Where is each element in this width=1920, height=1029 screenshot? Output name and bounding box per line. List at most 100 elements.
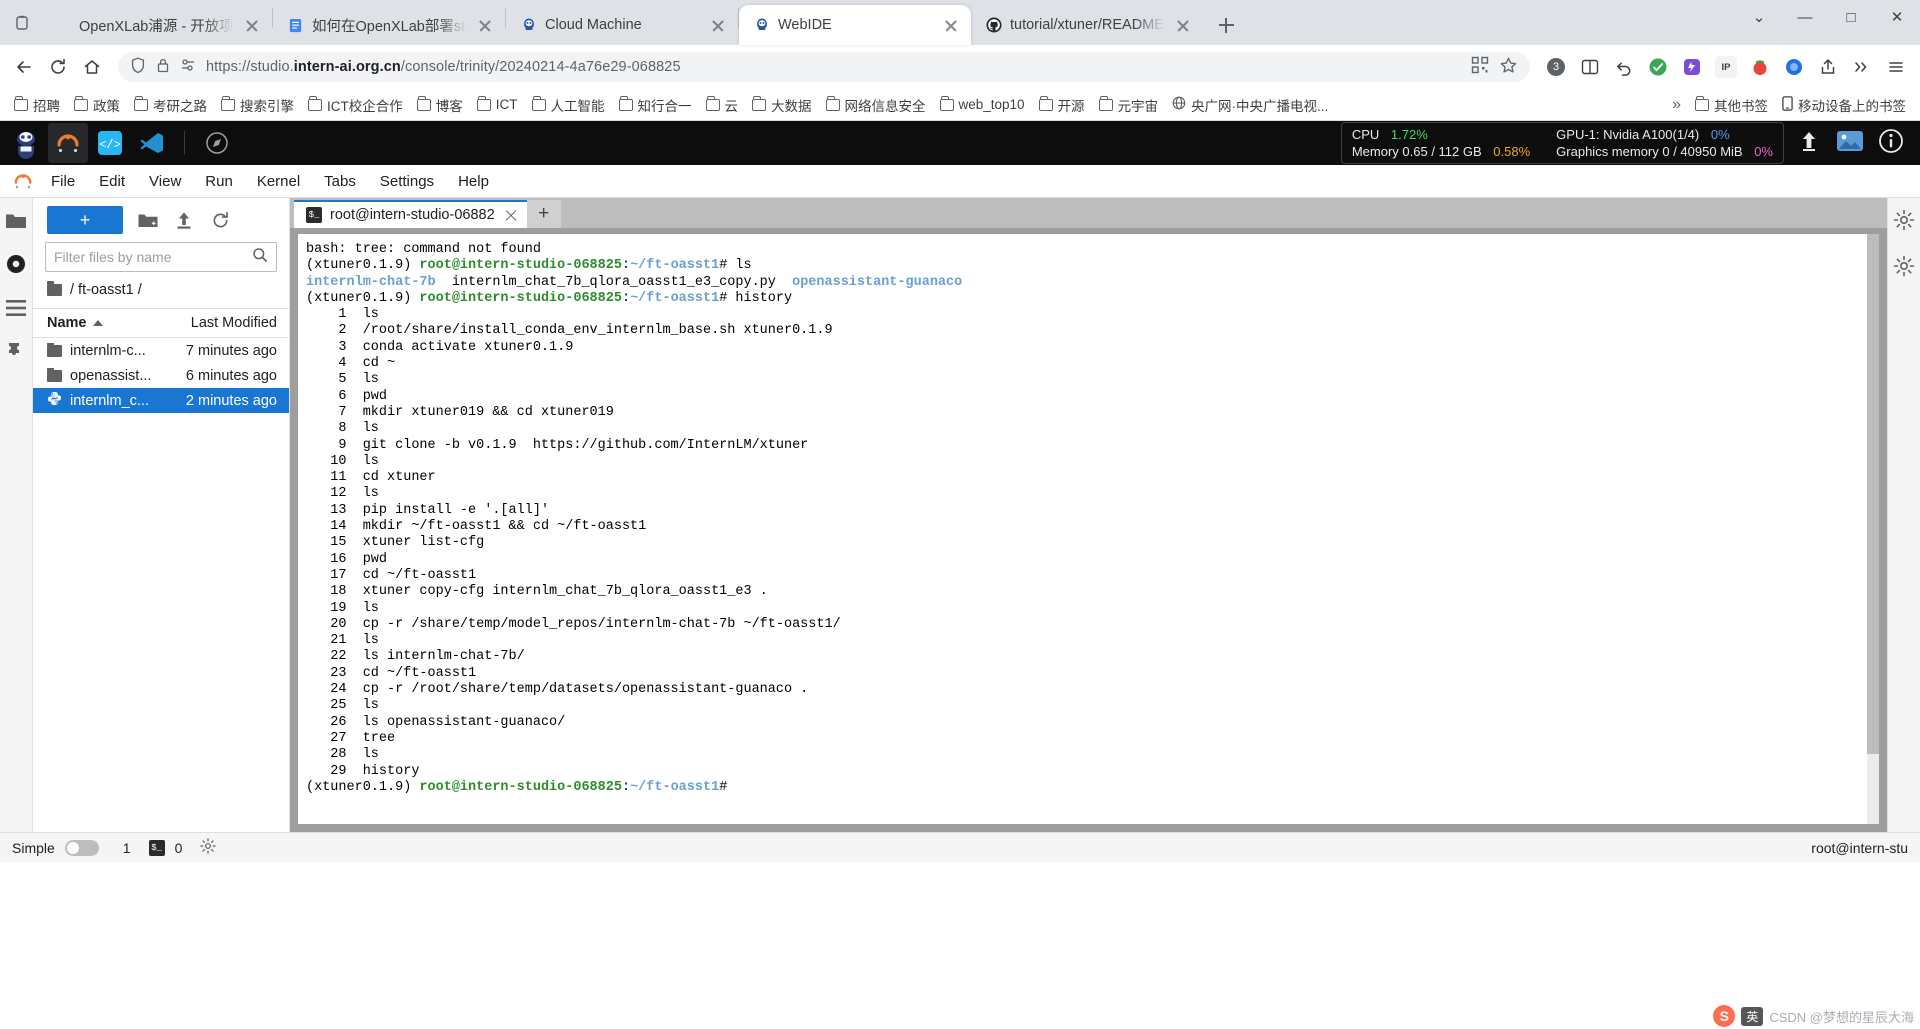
bookmark-item[interactable]: 大数据 [746,92,818,118]
purple-ext-icon[interactable] [1676,51,1708,83]
intern-studio-icon[interactable] [48,123,88,163]
refresh-icon[interactable] [209,209,231,231]
bookmark-star-icon[interactable] [1499,56,1518,79]
new-launcher-button[interactable]: + [47,206,123,234]
bookmark-item[interactable]: 政策 [68,92,126,118]
extension-manager-icon[interactable] [4,340,28,364]
extensions-count-badge[interactable]: 3 [1540,51,1572,83]
menu-file[interactable]: File [40,169,86,194]
info-icon[interactable] [1878,128,1904,159]
property-inspector-icon[interactable] [1892,208,1916,232]
undo-icon[interactable] [1608,51,1640,83]
bookmark-item[interactable]: 开源 [1033,92,1091,118]
new-tab-button[interactable] [1209,8,1243,42]
simple-mode-toggle[interactable] [64,839,99,856]
close-window-button[interactable]: ✕ [1874,0,1920,34]
close-icon[interactable] [242,15,262,35]
green-shield-ext-icon[interactable] [1642,51,1674,83]
bookmarks-chevron-icon[interactable]: » [1666,93,1687,117]
menu-settings[interactable]: Settings [369,169,445,194]
back-icon[interactable] [8,51,40,83]
tomato-ext-icon[interactable] [1744,51,1776,83]
tab-list-icon[interactable] [4,0,40,45]
debugger-icon[interactable] [1892,254,1916,278]
share-icon[interactable] [1812,51,1844,83]
minimize-button[interactable]: — [1782,0,1828,34]
bookmark-item[interactable]: 云 [700,92,745,118]
column-header-name[interactable]: Name [33,315,169,331]
shield-icon[interactable] [130,57,146,78]
bookmark-item[interactable]: 元宇宙 [1093,92,1165,118]
browser-tab-4-active[interactable]: WebIDE [739,5,971,45]
terminal-tab[interactable]: $_ root@intern-studio-06882 [294,200,527,228]
terminal-scrollbar[interactable] [1867,234,1879,824]
ip-ext-icon[interactable]: IP [1710,51,1742,83]
chevron-more-icon[interactable] [1846,51,1878,83]
bookmark-item[interactable]: web_top10 [934,94,1031,115]
file-browser-icon[interactable] [4,208,28,232]
compass-icon[interactable] [197,123,237,163]
vscode-icon[interactable] [132,123,172,163]
code-server-icon[interactable]: </> [90,123,130,163]
breadcrumb[interactable]: / ft-oasst1 / [33,272,289,308]
browser-menu-icon[interactable] [1880,51,1912,83]
home-icon[interactable] [76,51,108,83]
column-header-modified[interactable]: Last Modified [169,315,289,331]
bookmark-item[interactable]: 人工智能 [526,92,611,118]
browser-tab-3[interactable]: Cloud Machine [506,5,738,45]
search-input[interactable] [54,249,246,265]
bookmark-item[interactable]: 博客 [411,92,469,118]
close-icon[interactable] [475,15,495,35]
jupyter-logo-icon[interactable] [6,123,46,163]
terminal-line: 3 conda activate xtuner0.1.9 [306,339,574,355]
file-list-item[interactable]: openassist... 6 minutes ago [33,363,289,388]
terminal-line: 7 mkdir xtuner019 && cd xtuner019 [306,404,614,420]
bookmark-item[interactable]: 知行合一 [613,92,698,118]
menu-tabs[interactable]: Tabs [313,169,367,194]
new-folder-icon[interactable] [137,209,159,231]
bookmark-item[interactable]: 网络信息安全 [820,92,932,118]
bookmark-item[interactable]: 招聘 [8,92,66,118]
address-bar[interactable]: https://studio.intern-ai.org.cn/console/… [118,52,1530,82]
file-filter-box[interactable] [45,242,277,272]
upload-icon[interactable] [1796,128,1822,159]
close-icon[interactable] [708,15,728,35]
reload-icon[interactable] [42,51,74,83]
menu-edit[interactable]: Edit [88,169,136,194]
menu-kernel[interactable]: Kernel [246,169,311,194]
menu-help[interactable]: Help [447,169,500,194]
bookmark-item[interactable]: 搜索引擎 [215,92,300,118]
search-icon[interactable] [252,247,268,268]
blue-circle-ext-icon[interactable] [1778,51,1810,83]
lock-icon[interactable] [156,57,170,78]
bookmark-item[interactable]: ICT [471,94,524,115]
split-screen-icon[interactable] [1574,51,1606,83]
upload-icon[interactable] [173,209,195,231]
site-settings-icon[interactable] [180,58,196,76]
mobile-bookmarks-folder[interactable]: 移动设备上的书签 [1776,92,1912,118]
close-icon[interactable] [503,207,519,223]
close-icon[interactable] [941,15,961,35]
tab-search-icon[interactable]: ⌄ [1736,0,1782,34]
file-list-item-selected[interactable]: internlm_c... 2 minutes ago [33,388,289,413]
bookmark-item[interactable]: 考研之路 [128,92,213,118]
other-bookmarks-folder[interactable]: 其他书签 [1689,92,1774,118]
bookmark-item[interactable]: 央广网·中央广播电视... [1166,92,1334,118]
gear-icon[interactable] [200,838,217,857]
menu-run[interactable]: Run [194,169,244,194]
bookmark-item[interactable]: ICT校企合作 [302,92,409,118]
maximize-button[interactable]: □ [1828,0,1874,34]
file-list-item[interactable]: internlm-c... 7 minutes ago [33,338,289,363]
terminal-output[interactable]: bash: tree: command not found (xtuner0.1.… [298,234,1867,824]
close-icon[interactable] [1173,15,1193,35]
browser-tab-2[interactable]: 如何在OpenXLab部署streamli [273,5,505,45]
commands-icon[interactable] [4,296,28,320]
scrollbar-thumb[interactable] [1867,234,1879,754]
image-icon[interactable] [1836,129,1864,158]
running-kernels-icon[interactable] [4,252,28,276]
qr-code-icon[interactable] [1471,56,1489,78]
browser-tab-1[interactable]: OpenXLab浦源 - 开放项目 [40,5,272,45]
browser-tab-5[interactable]: tutorial/xtuner/README.md a [971,5,1203,45]
add-terminal-tab-button[interactable]: + [526,200,561,228]
menu-view[interactable]: View [138,169,192,194]
